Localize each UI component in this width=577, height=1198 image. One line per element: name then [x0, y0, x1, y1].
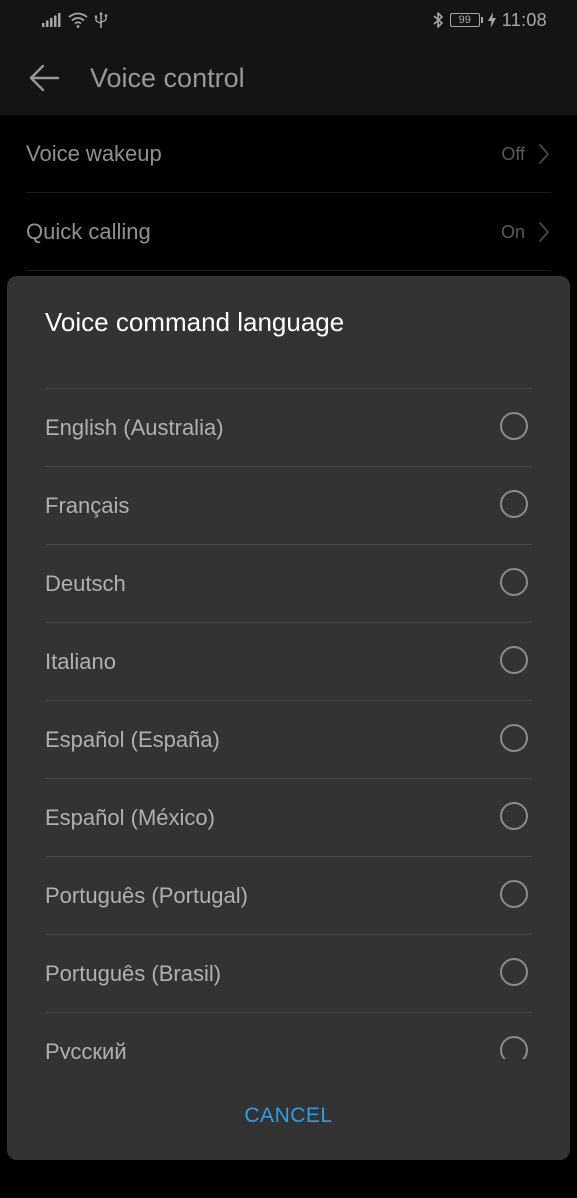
radio-button[interactable]	[500, 958, 528, 986]
option-label: Español (España)	[45, 727, 220, 752]
option-espanol-espana[interactable]: Español (España)	[45, 701, 532, 779]
cancel-button[interactable]: CANCEL	[7, 1092, 570, 1140]
language-dialog: Voice command language English (Australi…	[7, 276, 570, 1160]
radio-button[interactable]	[500, 802, 528, 830]
option-label: Deutsch	[45, 571, 126, 596]
option-francais[interactable]: Français	[45, 467, 532, 545]
option-label: Português (Brasil)	[45, 961, 222, 986]
option-label: Русский	[45, 1039, 127, 1059]
option-label: Español (México)	[45, 805, 215, 830]
option-italiano[interactable]: Italiano	[45, 623, 532, 701]
option-russkiy[interactable]: Русский	[45, 1013, 532, 1059]
option-label: Italiano	[45, 649, 116, 674]
radio-button[interactable]	[500, 412, 528, 440]
option-english-australia[interactable]: English (Australia)	[45, 389, 532, 467]
option-portugues-brasil[interactable]: Português (Brasil)	[45, 935, 532, 1013]
option-label: Português (Portugal)	[45, 883, 248, 908]
radio-button[interactable]	[500, 646, 528, 674]
radio-button[interactable]	[500, 724, 528, 752]
option-label: English (Australia)	[45, 415, 224, 440]
option-espanol-mexico[interactable]: Español (México)	[45, 779, 532, 857]
radio-button[interactable]	[500, 568, 528, 596]
language-options-list[interactable]: English (Australia) Français Deutsch Ita…	[45, 388, 532, 1059]
radio-button[interactable]	[500, 880, 528, 908]
dialog-title: Voice command language	[45, 307, 345, 337]
option-deutsch[interactable]: Deutsch	[45, 545, 532, 623]
screen: 99 11:08 Voice control Voice wakeup Off	[0, 0, 577, 1198]
option-label: Français	[45, 493, 130, 518]
radio-button[interactable]	[500, 1036, 528, 1059]
option-portugues-portugal[interactable]: Português (Portugal)	[45, 857, 532, 935]
radio-button[interactable]	[500, 490, 528, 518]
